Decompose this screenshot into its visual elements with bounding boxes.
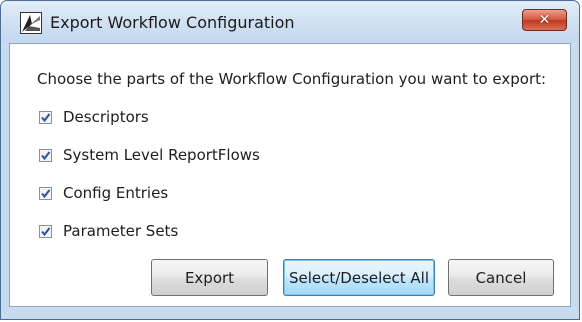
cancel-button[interactable]: Cancel bbox=[448, 259, 554, 296]
config-entries-checkbox[interactable] bbox=[39, 186, 52, 200]
descriptors-checkbox[interactable] bbox=[39, 110, 52, 124]
system-level-reportflows-checkbox[interactable] bbox=[39, 148, 52, 162]
parameter-sets-checkbox[interactable] bbox=[39, 224, 52, 238]
option-descriptors[interactable]: Descriptors bbox=[39, 106, 149, 128]
export-dialog-window: Export Workflow Configuration ✕ Choose t… bbox=[0, 0, 580, 320]
option-parameter-sets[interactable]: Parameter Sets bbox=[39, 220, 178, 242]
close-button[interactable]: ✕ bbox=[522, 9, 567, 31]
close-icon: ✕ bbox=[538, 12, 551, 28]
parameter-sets-label: Parameter Sets bbox=[63, 222, 179, 240]
system-level-reportflows-label: System Level ReportFlows bbox=[63, 146, 260, 164]
config-entries-label: Config Entries bbox=[63, 184, 169, 202]
option-config-entries[interactable]: Config Entries bbox=[39, 182, 168, 204]
checkmark-icon bbox=[41, 150, 51, 160]
title-bar[interactable]: Export Workflow Configuration ✕ bbox=[1, 1, 579, 43]
select-deselect-all-button[interactable]: Select/Deselect All bbox=[283, 259, 435, 296]
dialog-body: Choose the parts of the Workflow Configu… bbox=[9, 43, 571, 307]
descriptors-label: Descriptors bbox=[63, 108, 149, 126]
checkmark-icon bbox=[41, 188, 51, 198]
export-button[interactable]: Export bbox=[151, 259, 268, 296]
checkmark-icon bbox=[41, 226, 51, 236]
checkmark-icon bbox=[41, 112, 51, 122]
option-system-level-reportflows[interactable]: System Level ReportFlows bbox=[39, 144, 260, 166]
workflow-app-icon bbox=[20, 12, 42, 34]
instruction-text: Choose the parts of the Workflow Configu… bbox=[37, 70, 547, 88]
dialog-title: Export Workflow Configuration bbox=[50, 13, 295, 32]
